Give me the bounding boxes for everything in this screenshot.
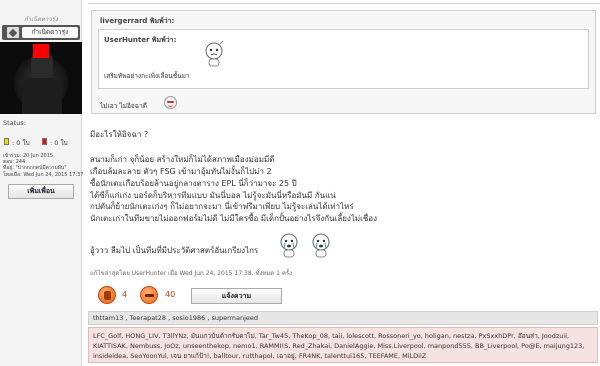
divider	[88, 0, 600, 4]
report-button[interactable]: แจ้งความ	[191, 288, 282, 304]
crying-sticker-icon	[278, 230, 300, 258]
post-line: นักเตะเก่าในทีมขายไม่ออกฟอร์มไม่ดี ไม่มี…	[90, 214, 378, 223]
like-users-list: thttam13 , Teerapat28 , sosio1986 , supe…	[88, 311, 598, 325]
rank-label: กำเนิดดาวรุ่ง	[22, 27, 78, 38]
like-count: 4	[122, 290, 128, 299]
quote-outer: livergerrard พิมพ์ว่า: UserHunter พิมพ์ว…	[91, 10, 596, 114]
red-card-icon	[42, 138, 47, 145]
avatar-redaction	[33, 44, 49, 58]
edit-note: แก้ไขล่าสุดโดย UserHunter เมื่อ Wed Jun …	[90, 270, 292, 277]
laugh-users-line: LFC_Golf, HONG_LIV, T3llYNz, มันแกวบ้นต้…	[93, 332, 570, 340]
quote-inner-header: UserHunter พิมพ์ว่า:	[104, 36, 177, 44]
yellow-card-icon	[4, 138, 9, 145]
avatar[interactable]	[0, 42, 82, 114]
rank-badge: กำเนิดดาวรุ่ง	[2, 25, 80, 40]
user-title: กำเนิดดาวรุ่ง	[24, 16, 58, 23]
post-line: มีอะไรให้อิจฉา ?	[90, 130, 149, 139]
like-reaction-icon[interactable]	[98, 286, 116, 304]
post-line: อู้ววว ลืมไป เป็นทีมที่มีประวัติศาสตร์อั…	[90, 246, 259, 255]
last-post-time: โพสเมื่อ: Wed Jun 24, 2015 17:37	[3, 172, 84, 178]
laugh-users-line: insideidea, SeoYoonYul, เจน ยาแก้ป้า!, b…	[93, 352, 427, 360]
post-content: livergerrard พิมพ์ว่า: UserHunter พิมพ์ว…	[88, 0, 600, 366]
laugh-reaction-icon[interactable]	[140, 286, 158, 304]
quote-outer-header: livergerrard พิมพ์ว่า:	[100, 17, 175, 25]
laugh-users-list: LFC_Golf, HONG_LIV, T3llYNz, มันแกวบ้นต้…	[88, 327, 598, 363]
quote-inner-text: เสริมทัพอย่างกะเพิ่งเลื่อนชั้นมา	[104, 72, 190, 80]
annoyed-emoji-icon	[164, 96, 177, 109]
card-counts: : 0 ใบ : 0 ใบ	[4, 138, 82, 148]
add-friend-button[interactable]: เพิ่มเพื่อน	[8, 184, 74, 199]
thinking-sticker-icon	[203, 39, 225, 67]
red-card-count: : 0 ใบ	[50, 139, 68, 147]
quote-inner: UserHunter พิมพ์ว่า: เสริมทัพอย่างกะเพิ่…	[98, 29, 589, 89]
laugh-users-line: KIATTISAK, Nembuss, JoOz, unseenthekop, …	[93, 342, 585, 350]
yellow-card-count: : 0 ใบ	[12, 139, 30, 147]
laugh-count: 40	[165, 290, 176, 299]
rank-star-icon	[7, 27, 19, 38]
user-profile-panel: กำเนิดดาวรุ่ง กำเนิดดาวรุ่ง Status: : 0 …	[0, 0, 84, 366]
quote-outer-text: ไม่เอา ไม่อิจฉาดี	[100, 102, 147, 110]
status-label: Status:	[3, 119, 26, 127]
crying-sticker-icon	[310, 230, 332, 258]
